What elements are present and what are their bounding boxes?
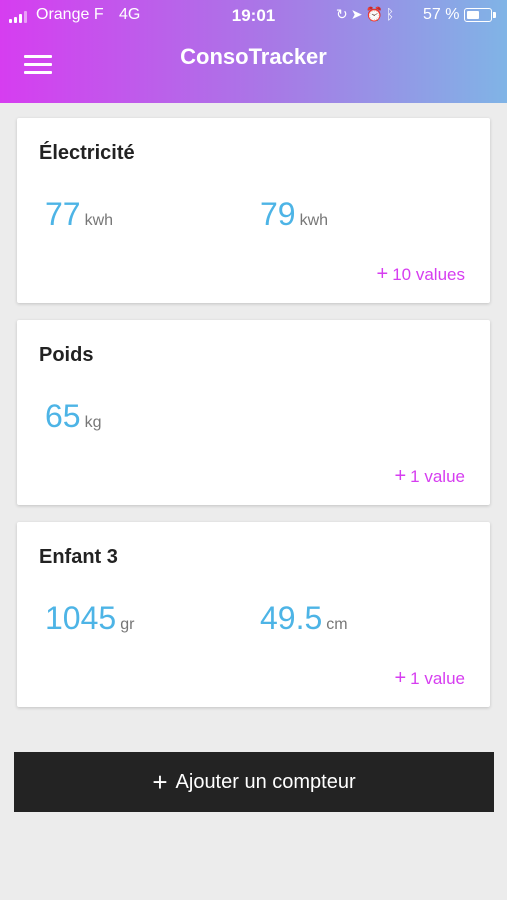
reading-value: 65 bbox=[45, 398, 81, 434]
battery-percent: 57 % bbox=[423, 6, 460, 23]
plus-icon: + bbox=[152, 766, 168, 797]
reading: 1045 gr bbox=[45, 600, 134, 637]
counter-card-enfant-3[interactable]: Enfant 3 1045 gr 49.5 cm +1 value bbox=[17, 522, 490, 707]
add-value-button[interactable]: +1 value bbox=[394, 667, 465, 690]
battery-icon bbox=[464, 8, 496, 22]
location-icon: ➤ bbox=[350, 6, 366, 22]
plus-icon: + bbox=[394, 667, 407, 689]
reading: 79 kwh bbox=[260, 196, 328, 233]
bluetooth-icon: ᛒ bbox=[385, 6, 398, 22]
status-icons: ↻➤⏰ᛒ bbox=[336, 6, 397, 23]
reading-unit: kwh bbox=[299, 212, 329, 229]
reading-unit: kwh bbox=[84, 212, 114, 229]
counter-title: Électricité bbox=[39, 142, 135, 164]
counter-title: Poids bbox=[39, 344, 94, 366]
app-title: ConsoTracker bbox=[180, 44, 327, 69]
add-value-button[interactable]: +10 values bbox=[377, 263, 465, 286]
reading-unit: cm bbox=[326, 616, 348, 633]
reading-value: 79 bbox=[260, 196, 296, 232]
add-value-button[interactable]: +1 value bbox=[394, 465, 465, 488]
add-value-label: 1 value bbox=[410, 467, 465, 486]
add-value-label: 10 values bbox=[392, 265, 465, 284]
reading: 65 kg bbox=[45, 398, 102, 435]
counter-card-poids[interactable]: Poids 65 kg +1 value bbox=[17, 320, 490, 505]
add-counter-label: Ajouter un compteur bbox=[175, 770, 356, 793]
reading-value: 77 bbox=[45, 196, 81, 232]
rotation-lock-icon: ↻ bbox=[336, 6, 351, 22]
add-counter-button[interactable]: + Ajouter un compteur bbox=[14, 752, 494, 812]
app-header: Orange F 4G 19:01 ↻➤⏰ᛒ 57 % ConsoTracker bbox=[0, 0, 507, 103]
reading-value: 1045 bbox=[45, 600, 117, 636]
reading-unit: gr bbox=[120, 616, 135, 633]
plus-icon: + bbox=[394, 465, 407, 487]
counter-title: Enfant 3 bbox=[39, 546, 118, 568]
reading-value: 49.5 bbox=[260, 600, 323, 636]
alarm-icon: ⏰ bbox=[365, 6, 386, 22]
reading: 49.5 cm bbox=[260, 600, 348, 637]
plus-icon: + bbox=[376, 263, 389, 285]
reading-unit: kg bbox=[84, 414, 102, 431]
status-bar: Orange F 4G 19:01 ↻➤⏰ᛒ 57 % bbox=[0, 0, 507, 32]
counter-card-electricite[interactable]: Électricité 77 kwh 79 kwh +10 values bbox=[17, 118, 490, 303]
reading: 77 kwh bbox=[45, 196, 113, 233]
add-value-label: 1 value bbox=[410, 669, 465, 688]
